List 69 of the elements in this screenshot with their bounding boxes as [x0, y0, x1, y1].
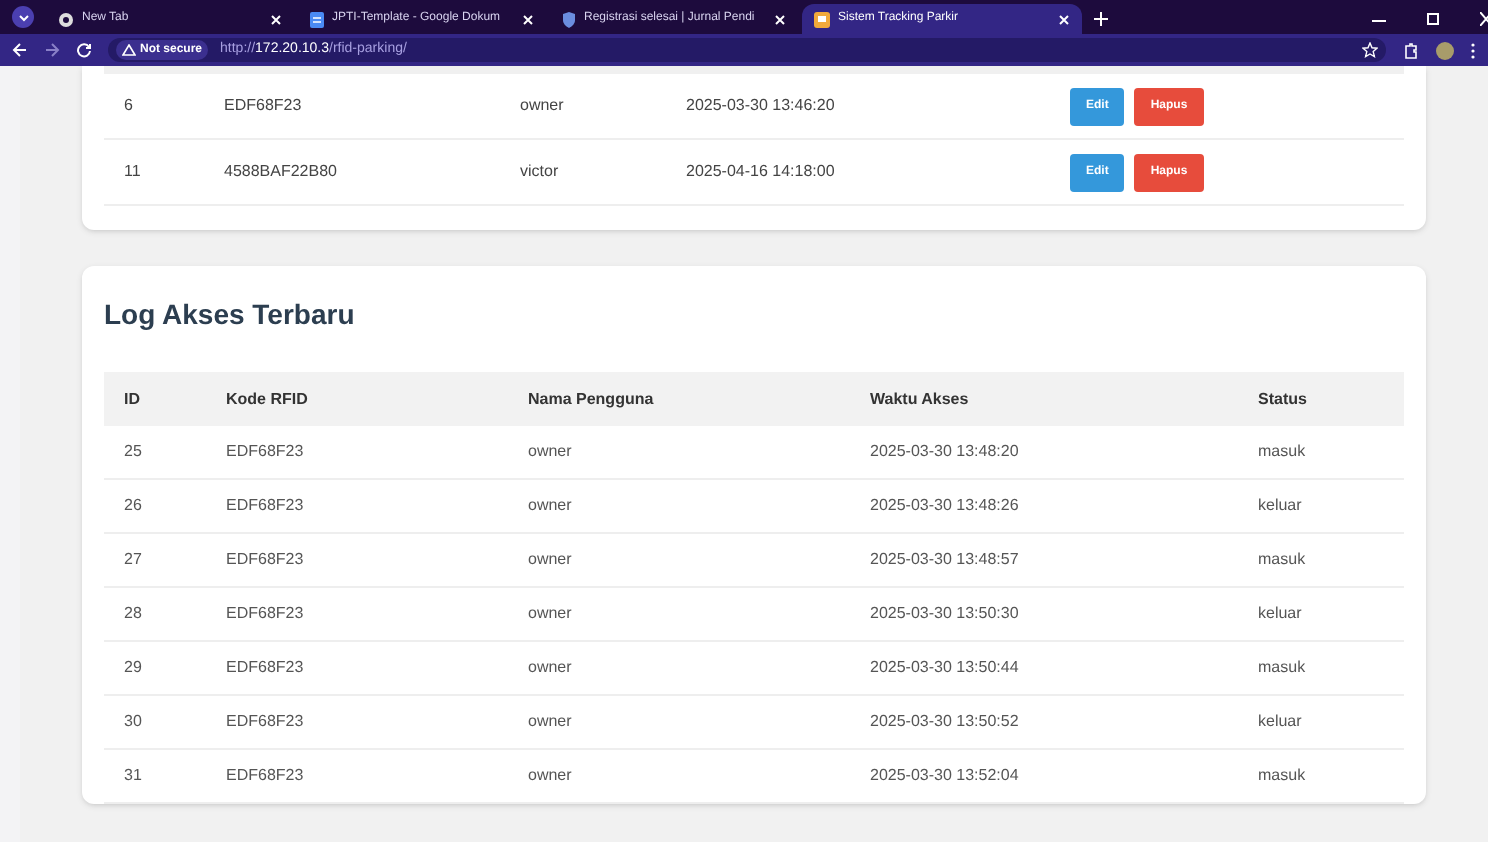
table-cell-text: EDF68F23	[226, 764, 306, 788]
table-cell-text: 2025-04-16 14:18:00	[686, 160, 837, 184]
table-cell-text: owner	[528, 764, 574, 788]
tab-menu-button[interactable]	[12, 6, 34, 28]
table-cell-text: 2025-03-30 13:48:20	[870, 440, 1021, 464]
close-icon[interactable]	[774, 13, 786, 25]
star-icon[interactable]	[1362, 42, 1378, 58]
profile-avatar[interactable]	[1436, 41, 1454, 59]
site-icon	[814, 11, 830, 27]
column-header: Nama Pengguna	[528, 387, 656, 411]
table-cell-text: keluar	[1258, 602, 1304, 626]
table-cell-text: owner	[528, 548, 574, 572]
table-cell-text: 2025-03-30 13:48:26	[870, 494, 1021, 518]
table-cell-text: 25	[124, 440, 144, 464]
close-window-icon[interactable]	[1480, 12, 1488, 26]
table-cell-text: 26	[124, 494, 144, 518]
document-icon	[310, 11, 324, 27]
table-cell-text: owner	[528, 602, 574, 626]
forward-icon[interactable]	[44, 42, 60, 58]
table-cell-text: masuk	[1258, 656, 1308, 680]
table-cell-text: EDF68F23	[226, 548, 306, 572]
maximize-icon[interactable]	[1426, 12, 1440, 26]
table-cell-text: 28	[124, 602, 144, 626]
table-cell-text: 2025-03-30 13:50:44	[870, 656, 1021, 680]
close-icon[interactable]	[522, 13, 534, 25]
table-cell-text: 11	[124, 160, 143, 184]
table-cell-text: EDF68F23	[226, 656, 306, 680]
more-icon[interactable]	[1470, 41, 1476, 59]
close-icon[interactable]	[270, 13, 282, 25]
chevron-down-icon	[17, 13, 29, 21]
table-cell-text: 2025-03-30 13:46:20	[686, 94, 837, 118]
table-cell-text: masuk	[1258, 548, 1308, 572]
table-cell-text: owner	[528, 494, 574, 518]
table-cell-text: victor	[520, 160, 561, 184]
extensions-icon[interactable]	[1402, 41, 1420, 59]
table-cell-text: keluar	[1258, 494, 1304, 518]
table-cell-text: EDF68F23	[226, 494, 306, 518]
column-header: Kode RFID	[226, 387, 310, 411]
table-cell-text: EDF68F23	[226, 602, 306, 626]
table-cell-text: 30	[124, 710, 144, 734]
table-cell-text: owner	[528, 710, 574, 734]
table-cell-text: keluar	[1258, 710, 1304, 734]
table-cell-text: 4588BAF22B80	[224, 160, 339, 184]
column-header: Status	[1258, 387, 1309, 411]
warning-icon	[122, 44, 136, 56]
table-cell-text: 29	[124, 656, 144, 680]
shield-icon	[562, 11, 576, 27]
table-cell-text: owner	[520, 94, 566, 118]
close-icon[interactable]	[1058, 13, 1070, 25]
table-cell-text: masuk	[1258, 440, 1308, 464]
table-cell-text: 2025-03-30 13:52:04	[870, 764, 1021, 788]
table-cell-text: owner	[528, 656, 574, 680]
table-cell-text: 6	[124, 94, 135, 118]
column-header: ID	[124, 387, 142, 411]
table-cell-text: owner	[528, 440, 574, 464]
table-cell-text: 31	[124, 764, 144, 788]
back-icon[interactable]	[12, 42, 28, 58]
table-cell-text: 2025-03-30 13:48:57	[870, 548, 1021, 572]
table-cell-text: 2025-03-30 13:50:52	[870, 710, 1021, 734]
column-header: Waktu Akses	[870, 387, 971, 411]
table-cell-text: masuk	[1258, 764, 1308, 788]
section-title: Log Akses Terbaru	[104, 296, 357, 334]
table-cell-text: 27	[124, 548, 144, 572]
table-cell-text: EDF68F23	[224, 94, 304, 118]
reload-icon[interactable]	[76, 42, 92, 58]
table-cell-text: 2025-03-30 13:50:30	[870, 602, 1021, 626]
table-cell-text: EDF68F23	[226, 440, 306, 464]
table-cell-text: EDF68F23	[226, 710, 306, 734]
new-tab-icon[interactable]	[1094, 12, 1108, 26]
